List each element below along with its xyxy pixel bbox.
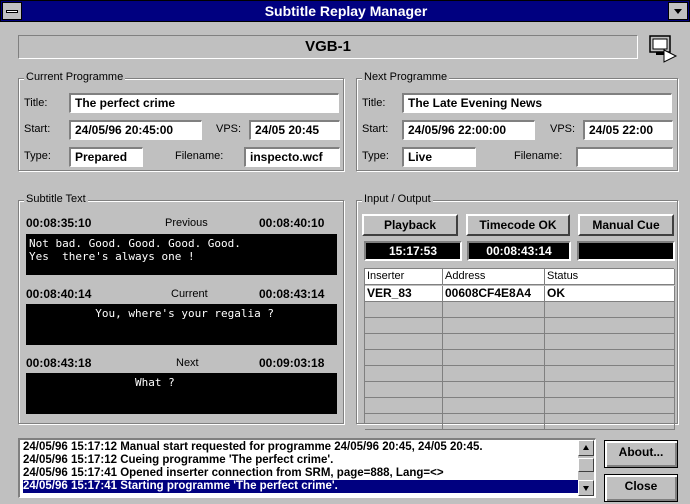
current-type-label: Type:: [24, 150, 51, 162]
table-cell-empty[interactable]: [365, 398, 443, 414]
table-header-status[interactable]: Status: [545, 269, 675, 285]
next-title-label: Title:: [362, 97, 386, 109]
minimize-button[interactable]: [668, 2, 688, 20]
table-cell-empty[interactable]: [443, 350, 545, 366]
arrow-down-icon: [583, 486, 589, 491]
about-button[interactable]: About...: [604, 440, 678, 468]
playback-button[interactable]: Playback: [362, 214, 458, 236]
table-cell-empty[interactable]: [365, 318, 443, 334]
next-start-label: Start:: [362, 123, 389, 135]
log-line[interactable]: 24/05/96 15:17:12 Manual start requested…: [23, 441, 583, 454]
current-filename-label: Filename:: [175, 150, 224, 162]
subtitle-text-title: Subtitle Text: [24, 193, 88, 205]
clock-display: 15:17:53: [364, 241, 462, 261]
current-filename-field[interactable]: inspecto.wcf: [244, 147, 340, 167]
next-filename-label: Filename:: [514, 150, 563, 162]
table-cell[interactable]: 00608CF4E8A4: [443, 286, 545, 302]
table-cell-empty[interactable]: [545, 398, 675, 414]
scroll-thumb[interactable]: [578, 458, 594, 472]
previous-subtitle-panel: Not bad. Good. Good. Good. Good. Yes the…: [26, 234, 337, 275]
table-cell-empty[interactable]: [545, 302, 675, 318]
window-title: Subtitle Replay Manager: [264, 3, 428, 19]
next-programme-group: Next Programme Title: The Late Evening N…: [356, 71, 678, 171]
current-subtitle-panel: You, where's your regalia ?: [26, 304, 337, 345]
table-cell-empty[interactable]: [443, 398, 545, 414]
scroll-up-button[interactable]: [578, 440, 594, 456]
table-cell-empty[interactable]: [443, 334, 545, 350]
current-label: Current: [171, 288, 208, 300]
table-cell-empty[interactable]: [443, 318, 545, 334]
current-title-label: Title:: [24, 97, 48, 109]
previous-label: Previous: [165, 217, 208, 229]
timecode-ok-button[interactable]: Timecode OK: [466, 214, 570, 236]
monitor-play-icon[interactable]: [648, 33, 678, 63]
current-start-time: 00:08:40:14: [26, 287, 92, 301]
next-filename-field[interactable]: [576, 147, 673, 167]
current-start-field[interactable]: 24/05/96 20:45:00: [69, 120, 202, 140]
table-cell-empty[interactable]: [545, 334, 675, 350]
scroll-down-button[interactable]: [578, 480, 594, 496]
log-list[interactable]: 24/05/96 15:17:12 Manual start requested…: [18, 438, 596, 498]
table-cell-empty[interactable]: [443, 366, 545, 382]
current-title-field[interactable]: The perfect crime: [69, 93, 339, 113]
table-cell-empty[interactable]: [365, 414, 443, 430]
next-type-field[interactable]: Live: [402, 147, 476, 167]
next-subtitle-panel: What ?: [26, 373, 337, 414]
channel-display: VGB-1: [18, 35, 638, 59]
next-type-label: Type:: [362, 150, 389, 162]
table-cell-empty[interactable]: [545, 414, 675, 430]
log-line-selected[interactable]: 24/05/96 15:17:41 Starting programme 'Th…: [23, 480, 583, 493]
table-header-address[interactable]: Address: [443, 269, 545, 285]
table-cell-empty[interactable]: [365, 334, 443, 350]
table-cell-empty[interactable]: [443, 382, 545, 398]
table-cell-empty[interactable]: [365, 382, 443, 398]
close-button[interactable]: Close: [604, 474, 678, 502]
current-vps-label: VPS:: [216, 123, 242, 135]
current-end-time: 00:08:43:14: [259, 287, 325, 301]
next-vps-label: VPS:: [550, 123, 576, 135]
next-start-field[interactable]: 24/05/96 22:00:00: [402, 120, 535, 140]
table-cell[interactable]: OK: [545, 286, 675, 302]
current-vps-field[interactable]: 24/05 20:45: [249, 120, 340, 140]
table-cell-empty[interactable]: [443, 414, 545, 430]
subtitle-text-group: Subtitle Text 00:08:35:10 Previous 00:08…: [18, 193, 344, 424]
input-output-title: Input / Output: [362, 193, 433, 205]
table-cell-empty[interactable]: [365, 302, 443, 318]
next-vps-field[interactable]: 24/05 22:00: [583, 120, 673, 140]
next-start-time: 00:08:43:18: [26, 356, 92, 370]
table-cell-empty[interactable]: [545, 382, 675, 398]
current-programme-group: Current Programme Title: The perfect cri…: [18, 71, 344, 171]
table-cell-empty[interactable]: [545, 366, 675, 382]
manual-cue-button[interactable]: Manual Cue: [578, 214, 674, 236]
table-cell-empty[interactable]: [443, 302, 545, 318]
current-type-field[interactable]: Prepared: [69, 147, 143, 167]
log-line[interactable]: 24/05/96 15:17:12 Cueing programme 'The …: [23, 454, 583, 467]
next-programme-title: Next Programme: [362, 71, 450, 83]
table-cell-empty[interactable]: [365, 366, 443, 382]
table-cell-empty[interactable]: [545, 350, 675, 366]
log-scrollbar[interactable]: [578, 440, 594, 496]
table-header-inserter[interactable]: Inserter: [365, 269, 443, 285]
title-bar[interactable]: Subtitle Replay Manager: [0, 0, 690, 22]
timecode-display: 00:08:43:14: [467, 241, 571, 261]
current-start-label: Start:: [24, 123, 51, 135]
arrow-up-icon: [583, 445, 589, 450]
previous-start-time: 00:08:35:10: [26, 216, 92, 230]
next-end-time: 00:09:03:18: [259, 356, 325, 370]
inserter-table[interactable]: Inserter Address Status VER_83 00608CF4E8A4 O…: [364, 268, 675, 430]
table-cell-empty[interactable]: [365, 350, 443, 366]
previous-end-time: 00:08:40:10: [259, 216, 325, 230]
cue-display: [577, 241, 675, 261]
log-line[interactable]: 24/05/96 15:17:41 Opened inserter connec…: [23, 467, 583, 480]
next-label: Next: [176, 357, 199, 369]
chevron-down-icon: [674, 9, 682, 14]
current-programme-title: Current Programme: [24, 71, 126, 83]
next-title-field[interactable]: The Late Evening News: [402, 93, 672, 113]
channel-name: VGB-1: [305, 38, 351, 55]
table-cell-empty[interactable]: [545, 318, 675, 334]
table-cell[interactable]: VER_83: [365, 286, 443, 302]
